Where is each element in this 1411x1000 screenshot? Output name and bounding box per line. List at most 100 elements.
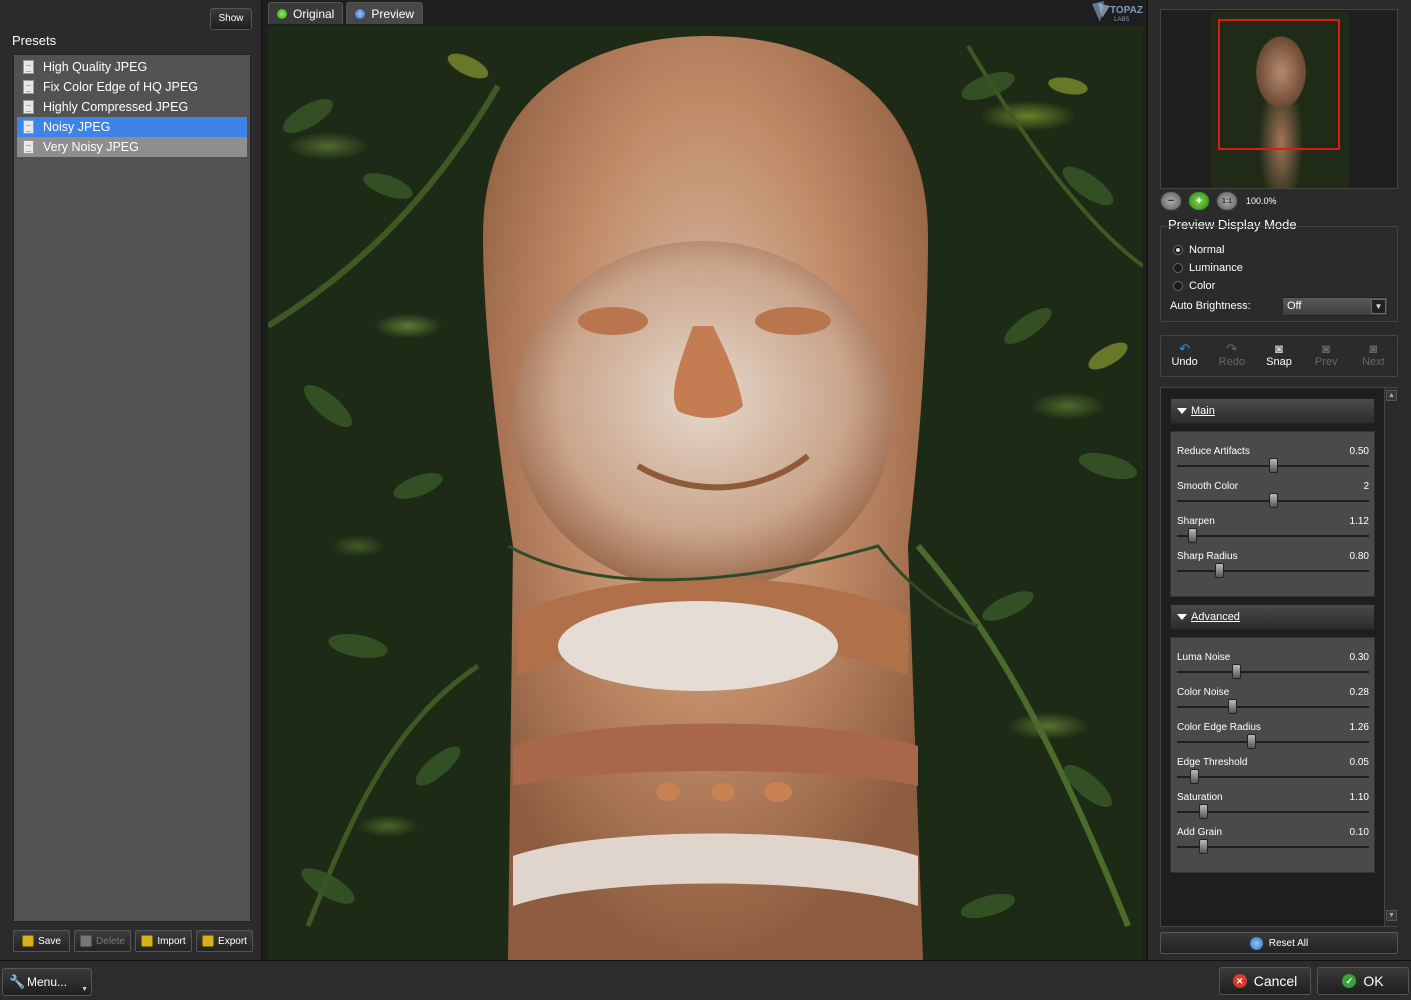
slider-value: 2 xyxy=(1363,481,1369,492)
undo-button[interactable]: ↶ Undo xyxy=(1161,336,1208,376)
reset-all-button[interactable]: Reset All xyxy=(1160,932,1398,954)
slider-track[interactable] xyxy=(1177,741,1369,743)
slider-label: Smooth Color xyxy=(1177,481,1239,492)
cancel-button[interactable]: ✕ Cancel xyxy=(1219,967,1311,995)
save-preset-button[interactable]: Save xyxy=(13,930,70,952)
preset-item-highly-compressed-jpeg[interactable]: Highly Compressed JPEG xyxy=(17,97,247,117)
delete-label: Delete xyxy=(96,935,125,947)
wrench-icon: 🔧 xyxy=(9,974,26,989)
radio-label: Luminance xyxy=(1189,262,1243,274)
preset-item-noisy-jpeg[interactable]: Noisy JPEG xyxy=(17,117,247,137)
vertical-scrollbar[interactable]: ▲ ▼ xyxy=(1384,388,1398,926)
preset-item-fix-color-edge[interactable]: Fix Color Edge of HQ JPEG xyxy=(17,77,247,97)
redo-icon: ↷ xyxy=(1226,341,1238,356)
presets-panel: Show Presets High Quality JPEG Fix Color… xyxy=(0,0,262,960)
slider-smooth-color[interactable]: Smooth Color 2 xyxy=(1177,481,1369,515)
main-section-header[interactable]: Main xyxy=(1170,398,1375,424)
menu-label: Menu... xyxy=(27,975,68,989)
zoom-1to1-button[interactable]: 1:1 xyxy=(1216,191,1238,211)
box-icon xyxy=(80,935,93,947)
auto-brightness-select[interactable]: Off ▼ xyxy=(1282,297,1388,316)
advanced-section-header[interactable]: Advanced xyxy=(1170,604,1375,630)
slider-reduce-artifacts[interactable]: Reduce Artifacts 0.50 xyxy=(1177,446,1369,480)
slider-knob[interactable] xyxy=(1269,458,1278,473)
menu-button[interactable]: 🔧 Menu... ▼ xyxy=(2,968,92,996)
preset-label: Fix Color Edge of HQ JPEG xyxy=(43,80,198,94)
slider-value: 1.10 xyxy=(1349,792,1369,803)
delete-preset-button[interactable]: Delete xyxy=(74,930,131,952)
slider-add-grain[interactable]: Add Grain 0.10 xyxy=(1177,827,1369,861)
document-icon xyxy=(23,140,34,154)
save-label: Save xyxy=(38,935,61,947)
slider-track[interactable] xyxy=(1177,671,1369,673)
tab-original[interactable]: Original xyxy=(268,2,344,24)
slider-saturation[interactable]: Saturation 1.10 xyxy=(1177,792,1369,826)
import-label: Import xyxy=(157,935,186,947)
slider-knob[interactable] xyxy=(1190,769,1199,784)
auto-brightness-label: Auto Brightness: xyxy=(1170,300,1251,312)
slider-color-edge-radius[interactable]: Color Edge Radius 1.26 xyxy=(1177,722,1369,756)
import-preset-button[interactable]: Import xyxy=(135,930,192,952)
camera-icon: ◙ xyxy=(1369,341,1378,356)
slider-label: Sharpen xyxy=(1177,516,1215,527)
radio-normal[interactable]: Normal xyxy=(1173,243,1224,257)
navigator[interactable] xyxy=(1160,9,1398,189)
redo-button[interactable]: ↷ Redo xyxy=(1208,336,1255,376)
slider-track[interactable] xyxy=(1177,535,1369,537)
slider-knob[interactable] xyxy=(1215,563,1224,578)
slider-color-noise[interactable]: Color Noise 0.28 xyxy=(1177,687,1369,721)
zoom-controls: − + 1:1 100.0% xyxy=(1160,191,1277,211)
slider-label: Color Noise xyxy=(1177,687,1230,698)
zoom-in-button[interactable]: + xyxy=(1188,191,1210,211)
preset-item-high-quality-jpeg[interactable]: High Quality JPEG xyxy=(17,57,247,77)
slider-sharp-radius[interactable]: Sharp Radius 0.80 xyxy=(1177,551,1369,585)
chevron-down-icon: ▼ xyxy=(81,986,88,993)
export-preset-button[interactable]: Export xyxy=(196,930,253,952)
blue-dot-icon xyxy=(355,9,366,19)
slider-track[interactable] xyxy=(1177,706,1369,708)
slider-sharpen[interactable]: Sharpen 1.12 xyxy=(1177,516,1369,550)
slider-edge-threshold[interactable]: Edge Threshold 0.05 xyxy=(1177,757,1369,791)
box-icon xyxy=(141,935,154,947)
cancel-label: Cancel xyxy=(1253,973,1298,989)
preview-image[interactable] xyxy=(268,26,1143,960)
scroll-up-icon[interactable]: ▲ xyxy=(1386,390,1397,401)
radio-indicator xyxy=(1173,245,1183,255)
navigator-viewport-rect[interactable] xyxy=(1218,19,1340,150)
slider-label: Reduce Artifacts xyxy=(1177,446,1250,457)
tab-preview[interactable]: Preview xyxy=(346,2,424,24)
radio-color[interactable]: Color xyxy=(1173,279,1215,293)
topaz-logo: TOPAZ LABS xyxy=(1090,0,1144,24)
slider-track[interactable] xyxy=(1177,570,1369,572)
show-button[interactable]: Show xyxy=(210,8,252,30)
preset-item-very-noisy-jpeg[interactable]: Very Noisy JPEG xyxy=(17,137,247,157)
zoom-out-button[interactable]: − xyxy=(1160,191,1182,211)
bottom-bar: 🔧 Menu... ▼ ✕ Cancel ✓ OK xyxy=(0,960,1411,1000)
snap-button[interactable]: ◙ Snap xyxy=(1255,336,1302,376)
slider-value: 1.12 xyxy=(1349,516,1369,527)
prev-button[interactable]: ◙ Prev xyxy=(1303,336,1350,376)
slider-knob[interactable] xyxy=(1199,804,1208,819)
presets-list: High Quality JPEG Fix Color Edge of HQ J… xyxy=(13,54,251,922)
scroll-down-icon[interactable]: ▼ xyxy=(1386,910,1397,921)
slider-knob[interactable] xyxy=(1269,493,1278,508)
slider-track[interactable] xyxy=(1177,776,1369,778)
ok-button[interactable]: ✓ OK xyxy=(1317,967,1409,995)
document-icon xyxy=(23,120,34,134)
chevron-down-icon: ▼ xyxy=(1371,299,1386,314)
slider-value: 0.10 xyxy=(1349,827,1369,838)
slider-value: 0.50 xyxy=(1349,446,1369,457)
radio-label: Normal xyxy=(1189,244,1225,256)
slider-knob[interactable] xyxy=(1199,839,1208,854)
slider-label: Sharp Radius xyxy=(1177,551,1238,562)
reset-icon xyxy=(1249,936,1263,950)
slider-luma-noise[interactable]: Luma Noise 0.30 xyxy=(1177,652,1369,686)
radio-luminance[interactable]: Luminance xyxy=(1173,261,1243,275)
slider-knob[interactable] xyxy=(1188,528,1197,543)
slider-knob[interactable] xyxy=(1232,664,1241,679)
next-button[interactable]: ◙ Next xyxy=(1350,336,1397,376)
slider-knob[interactable] xyxy=(1247,734,1256,749)
ok-label: OK xyxy=(1363,973,1384,989)
slider-knob[interactable] xyxy=(1228,699,1237,714)
preset-label: High Quality JPEG xyxy=(43,60,148,74)
